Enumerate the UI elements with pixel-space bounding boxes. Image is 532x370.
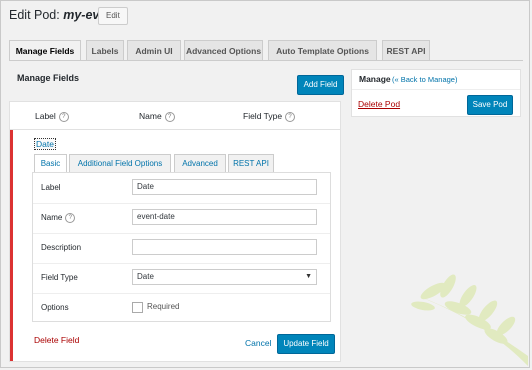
table-header: Label? Name? Field Type? [10,102,340,130]
manage-box-header: Manage (« Back to Manage) [352,70,520,90]
field-options-panel: Label Date Name? event-date Description … [32,172,331,322]
tab-admin-ui[interactable]: Admin UI [127,40,181,60]
tab-labels[interactable]: Labels [86,40,124,60]
dropdown-arrow-icon: ▼ [305,273,312,280]
manage-fields-heading: Manage Fields [17,73,80,83]
update-field-button[interactable]: Update Field [277,334,335,354]
column-name: Name? [139,111,175,122]
options-row: Options Required [33,293,330,323]
back-to-manage-link[interactable]: (« Back to Manage) [392,75,457,84]
title-prefix: Edit Pod: [9,8,60,22]
column-field-type: Field Type? [243,111,296,122]
active-row-indicator [10,130,13,361]
description-field-label: Description [41,243,82,252]
field-tab-additional-options[interactable]: Additional Field Options [69,154,171,172]
options-label: Options [41,303,69,312]
tab-manage-fields[interactable]: Manage Fields [9,40,81,61]
column-label: Label? [35,111,69,122]
field-type-value: Date [137,272,154,281]
label-row: Label Date [33,173,330,204]
tab-advanced-options[interactable]: Advanced Options [184,40,263,60]
description-input[interactable] [132,239,317,255]
field-type-select[interactable]: Date ▼ [132,269,317,285]
label-field-label: Label [41,183,61,192]
help-icon[interactable]: ? [164,111,175,122]
save-pod-button[interactable]: Save Pod [467,95,513,115]
manage-title: Manage [359,74,391,84]
field-tab-basic[interactable]: Basic [34,154,67,173]
add-field-button[interactable]: Add Field [297,75,344,95]
name-field-label: Name? [41,213,76,223]
required-label: Required [147,302,180,311]
edit-pod-button[interactable]: Edit [98,7,128,25]
field-tab-advanced[interactable]: Advanced [174,154,226,172]
tab-auto-template-options[interactable]: Auto Template Options [268,40,377,60]
field-type-row: Field Type Date ▼ [33,263,330,294]
name-row: Name? event-date [33,203,330,234]
label-input[interactable]: Date [132,179,317,195]
required-checkbox[interactable] [132,302,143,313]
leaf-decoration-icon [411,274,528,366]
field-tab-rest-api[interactable]: REST API [228,154,274,172]
description-row: Description [33,233,330,264]
field-type-label: Field Type [41,273,78,282]
help-icon[interactable]: ? [65,213,76,223]
help-icon[interactable]: ? [58,111,69,122]
tab-rest-api[interactable]: REST API [382,40,430,60]
name-input[interactable]: event-date [132,209,317,225]
delete-field-link[interactable]: Delete Field [34,335,79,345]
delete-pod-link[interactable]: Delete Pod [358,99,400,109]
help-icon[interactable]: ? [285,111,296,122]
tab-divider [9,60,523,61]
cancel-link[interactable]: Cancel [245,338,271,348]
field-row-title[interactable]: Date [34,138,56,150]
manage-box: Manage (« Back to Manage) Delete Pod Sav… [351,69,521,117]
